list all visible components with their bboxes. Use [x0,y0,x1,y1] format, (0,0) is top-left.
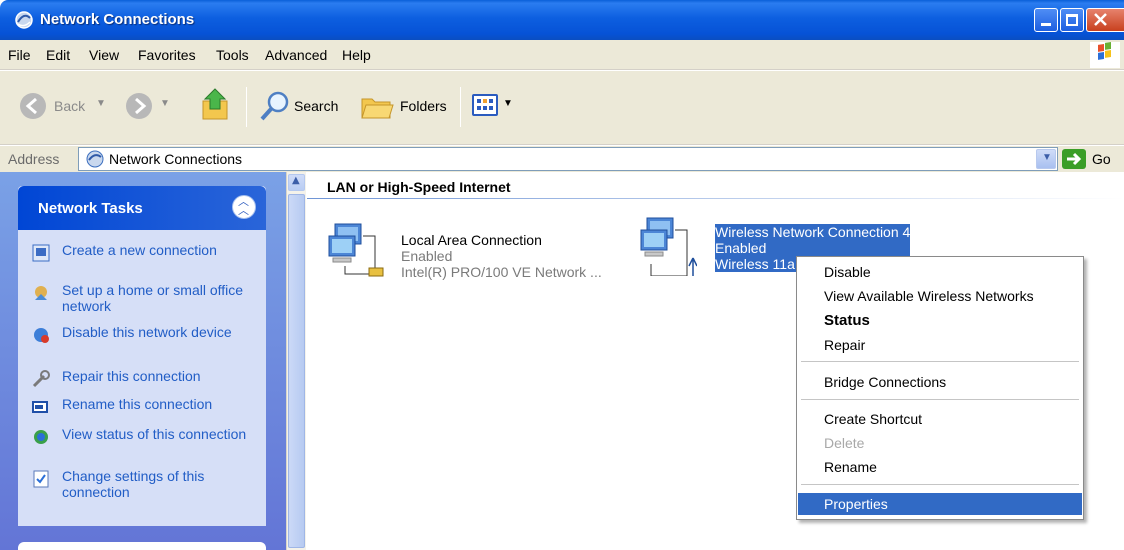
status-icon [34,430,48,444]
menu-help[interactable]: Help [342,47,371,63]
repair-icon [32,370,50,388]
back-arrow-icon[interactable] [18,91,48,121]
menu-separator [801,399,1079,400]
rename-icon [32,401,48,413]
vertical-scrollbar[interactable]: ▲ [286,172,306,550]
menu-tools[interactable]: Tools [216,47,249,63]
minimize-button[interactable] [1034,8,1058,32]
collapse-button[interactable]: ︿ ︿ [232,195,256,219]
go-label[interactable]: Go [1092,151,1111,167]
home-network-icon [35,286,47,300]
scroll-thumb[interactable] [288,194,305,548]
connection-device: Intel(R) PRO/100 VE Network ... [401,264,602,280]
go-button[interactable] [1062,149,1086,169]
group-header: LAN or High-Speed Internet [327,179,511,195]
back-dropdown-icon[interactable]: ▼ [96,98,106,109]
address-label: Address [8,151,60,167]
back-button-label[interactable]: Back [54,98,85,114]
new-connection-icon [32,244,50,262]
up-folder-icon[interactable] [200,87,234,123]
menu-item-properties[interactable]: Properties [798,493,1082,515]
menu-item-status[interactable]: Status [798,310,1082,332]
chevron-up-icon: ▲ [292,175,300,186]
task-pane: Network Tasks ︿ ︿ Create a new connection… [0,172,286,550]
menu-separator [801,361,1079,362]
lan-connection-icon[interactable] [325,222,385,282]
forward-arrow-icon[interactable] [124,91,154,121]
address-value: Network Connections [109,151,243,167]
toolbar-separator [460,87,461,127]
menu-separator [801,484,1079,485]
menu-bar: File Edit View Favorites Tools Advanced … [0,40,1124,70]
address-dropdown-button[interactable]: ▼ [1036,149,1056,169]
menu-item-disable[interactable]: Disable [798,261,1082,283]
scroll-up-button[interactable]: ▲ [288,174,305,191]
toolbar-separator [246,87,247,127]
menu-item-rename[interactable]: Rename [798,456,1082,478]
views-icon[interactable] [472,94,498,116]
menu-edit[interactable]: Edit [46,47,70,63]
network-tasks-panel: Network Tasks ︿ ︿ Create a new connection… [18,186,266,526]
title-bar: Network Connections [0,0,1124,40]
menu-item-delete: Delete [824,435,865,451]
menu-item-view-wireless-networks[interactable]: View Available Wireless Networks [798,285,1082,307]
network-tasks-title: Network Tasks [38,200,143,217]
search-icon[interactable] [258,89,292,123]
window-title: Network Connections [40,11,195,28]
go-arrow-icon [1067,152,1082,166]
chevron-down-icon: ▼ [1042,152,1052,163]
network-tasks-header[interactable]: Network Tasks ︿ ︿ [18,186,266,230]
menu-advanced[interactable]: Advanced [265,47,327,63]
network-connections-icon [86,150,104,168]
connection-name: Local Area Connection [401,232,542,248]
address-input[interactable]: Network Connections ▼ [78,147,1058,171]
toolbar: Back ▼ ▼ Search Folders ▼ [0,71,1124,145]
menu-item-create-shortcut[interactable]: Create Shortcut [798,408,1082,430]
other-places-panel[interactable] [18,542,266,550]
menu-view[interactable]: View [89,47,119,63]
menu-favorites[interactable]: Favorites [138,47,196,63]
close-icon [1094,13,1107,26]
address-bar: Address Network Connections ▼ Go [0,146,1124,172]
maximize-button[interactable] [1060,8,1084,32]
group-divider [307,198,1124,199]
menu-item-repair[interactable]: Repair [798,334,1082,356]
menu-item-bridge-connections[interactable]: Bridge Connections [798,371,1082,393]
menu-file[interactable]: File [8,47,31,63]
search-button-label[interactable]: Search [294,98,338,114]
folders-button-label[interactable]: Folders [400,98,447,114]
disable-device-icon [34,328,49,343]
connection-item-lan[interactable]: Local Area Connection Enabled Intel(R) P… [401,232,602,280]
connection-name: Wireless Network Connection 4 [715,224,911,240]
chevron-up-icon: ︿ ︿ [238,195,249,217]
network-connections-icon [15,11,33,29]
settings-icon [33,470,49,488]
context-menu: Disable View Available Wireless Networks… [796,256,1084,520]
windows-logo-icon [1090,42,1120,68]
connection-status: Enabled [715,240,911,256]
connection-status: Enabled [401,248,453,264]
folders-icon[interactable] [360,91,394,121]
forward-dropdown-icon[interactable]: ▼ [160,98,170,109]
views-dropdown-icon[interactable]: ▼ [503,98,513,109]
close-button[interactable] [1086,8,1124,32]
wireless-connection-icon[interactable] [637,216,697,276]
